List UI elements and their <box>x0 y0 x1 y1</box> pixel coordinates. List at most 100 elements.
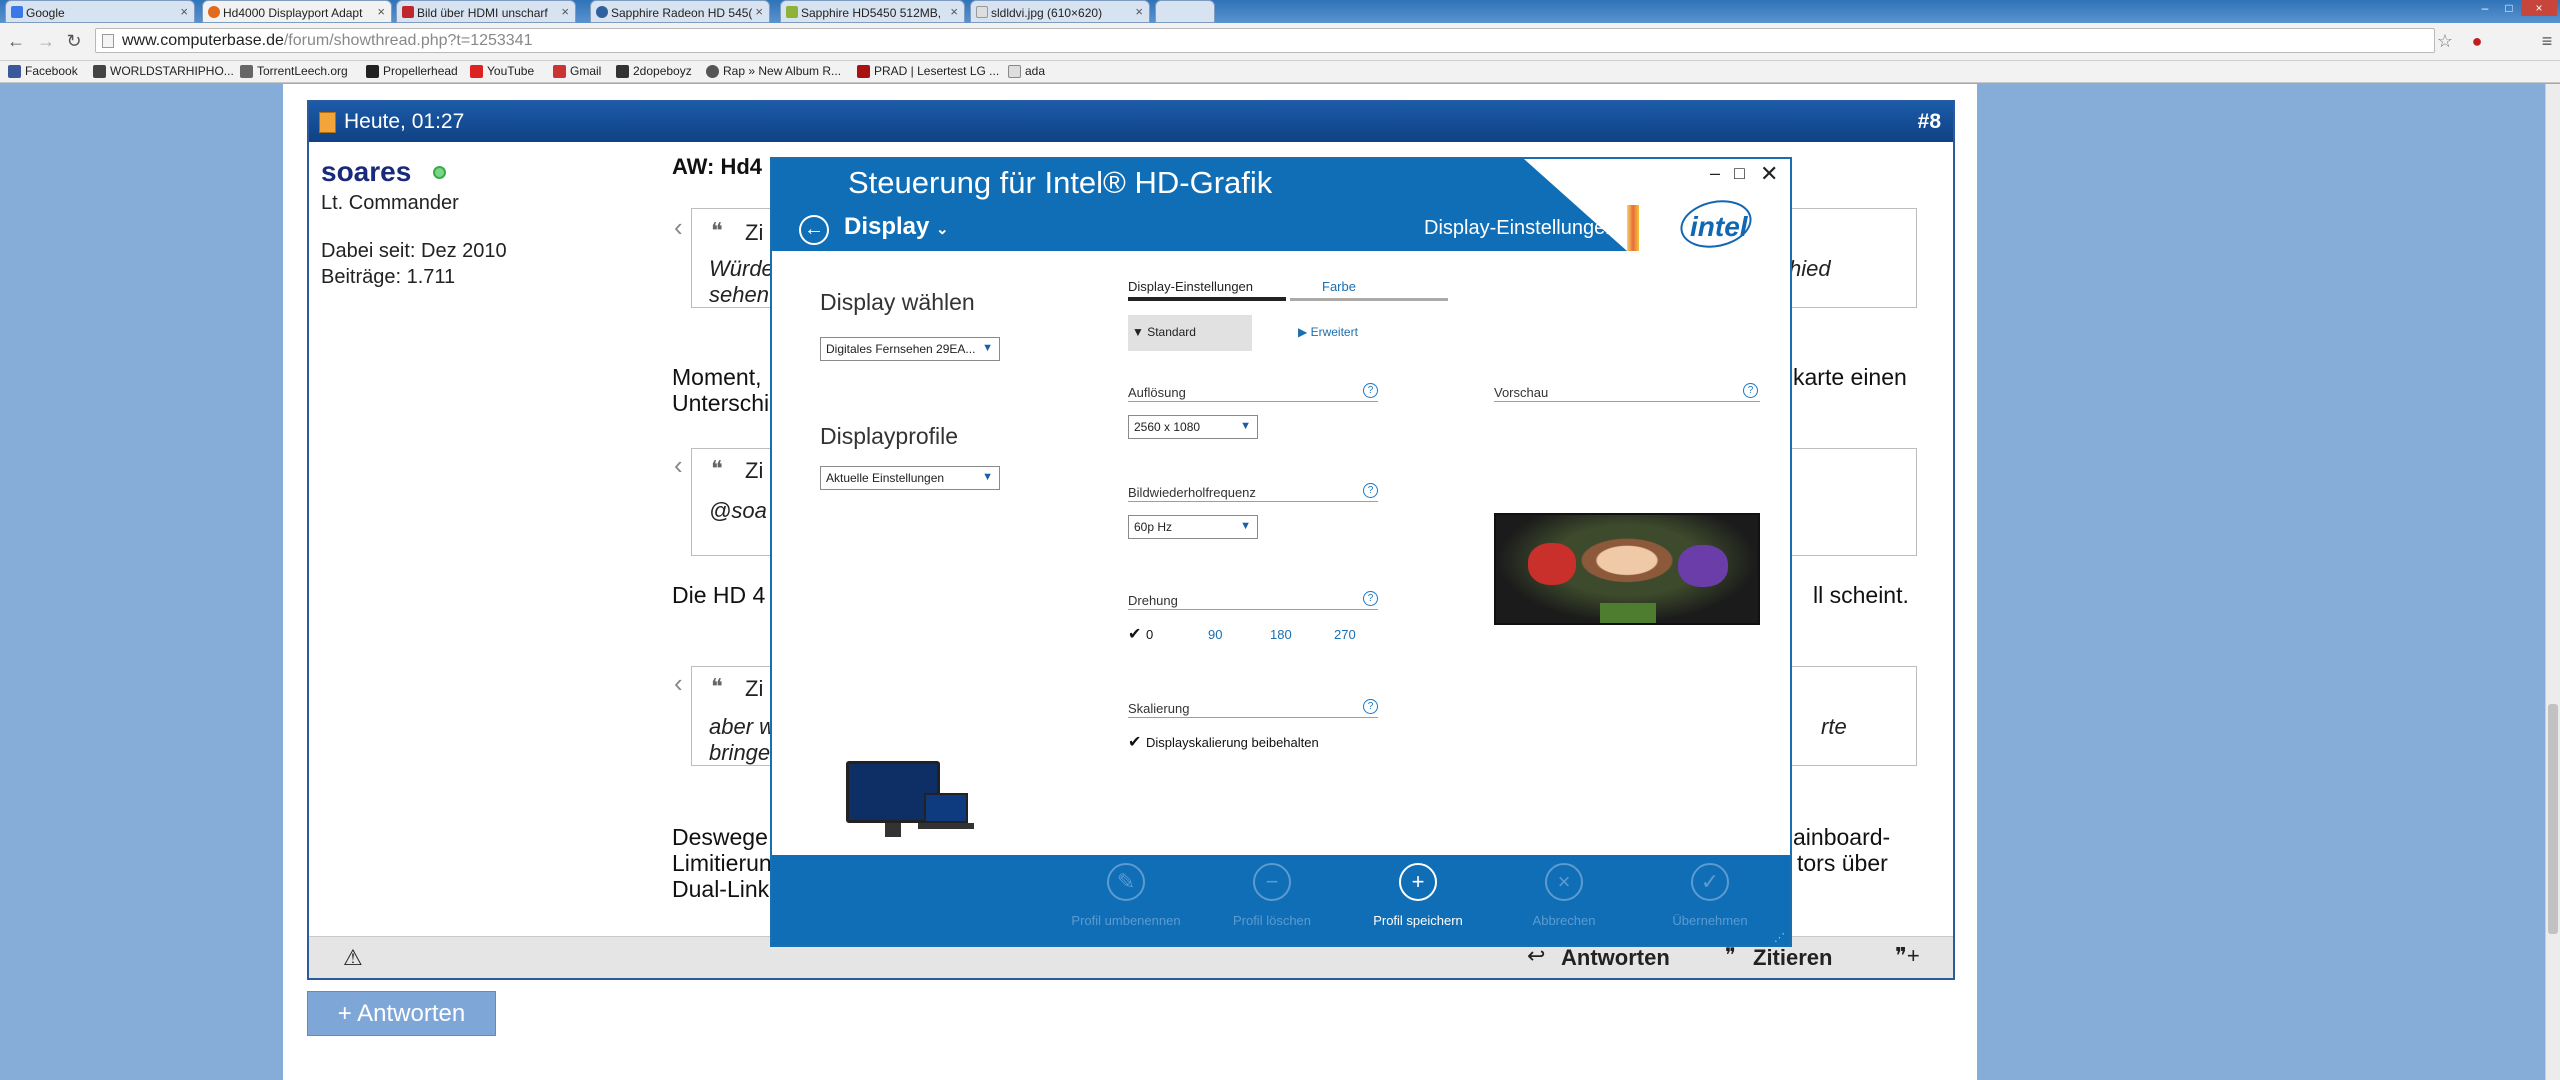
help-icon[interactable]: ? <box>1363 483 1378 498</box>
rotation-0[interactable]: 0 <box>1146 627 1153 642</box>
back-arrow-icon[interactable]: ← <box>799 215 829 245</box>
tab-color[interactable]: Farbe <box>1322 279 1356 294</box>
bookmark-ada[interactable]: ada <box>1008 64 1045 78</box>
bookmark-torrentleech[interactable]: TorrentLeech.org <box>240 64 348 78</box>
bookmark-label: Rap » New Album R... <box>723 64 842 78</box>
youtube-icon <box>470 65 483 78</box>
rotation-270[interactable]: 270 <box>1334 627 1356 642</box>
tab-close-icon[interactable]: × <box>377 4 385 19</box>
bookmark-label: ada <box>1025 64 1046 78</box>
section-dropdown[interactable]: Display ⌄ <box>844 213 949 241</box>
apply-button[interactable]: ✓ Übernehmen <box>1640 863 1780 928</box>
tab-close-icon[interactable]: × <box>950 4 958 19</box>
resize-grip-icon[interactable]: ⋰ <box>1774 931 1785 944</box>
back-icon[interactable]: ← <box>6 31 26 51</box>
dialog-maximize-icon[interactable]: □ <box>1734 163 1745 184</box>
quote-text: aber w <box>709 714 776 739</box>
tab-display-settings[interactable]: Display-Einstellungen <box>1128 279 1253 294</box>
bookmark-gmail[interactable]: Gmail <box>553 64 601 78</box>
forward-icon[interactable]: → <box>36 31 56 51</box>
menu-icon[interactable]: ≡ <box>2537 31 2557 51</box>
tab-sapphire-hd5450[interactable]: Sapphire HD5450 512MB, × <box>780 0 965 23</box>
cancel-button[interactable]: × Abbrechen <box>1494 863 1634 928</box>
delete-profile-button[interactable]: − Profil löschen <box>1202 863 1342 928</box>
bookmark-youtube[interactable]: YouTube <box>470 64 534 78</box>
reload-icon[interactable]: ↻ <box>64 31 84 51</box>
help-icon[interactable]: ? <box>1743 383 1758 398</box>
dialog-minimize-icon[interactable]: – <box>1710 163 1720 184</box>
bookmark-2dopeboyz[interactable]: 2dopeboyz <box>616 64 692 78</box>
tab-indicator <box>1128 297 1286 301</box>
quote-label: Zi <box>745 676 764 701</box>
chevron-left-icon[interactable]: ‹ <box>674 450 683 481</box>
mode-advanced-link[interactable]: ▶ Erweitert <box>1298 325 1358 339</box>
chevron-left-icon[interactable]: ‹ <box>674 668 683 699</box>
bookmark-label: Gmail <box>570 64 602 78</box>
tab-close-icon[interactable]: × <box>1135 4 1143 19</box>
maximize-icon[interactable]: □ <box>2497 0 2521 16</box>
report-warning-icon[interactable]: ⚠ <box>343 945 363 971</box>
prad-icon <box>857 65 870 78</box>
tab-title: Sapphire HD5450 512MB, <box>801 6 942 20</box>
scrollbar-thumb[interactable] <box>2548 704 2558 934</box>
tab-google[interactable]: Google × <box>5 0 195 23</box>
address-bar[interactable]: www.computerbase.de/forum/showthread.php… <box>95 28 2435 53</box>
display-select[interactable]: Digitales Fernsehen 29EA... ▼ <box>820 337 1000 361</box>
scaling-option[interactable]: Displayskalierung beibehalten <box>1146 735 1319 750</box>
resolution-select[interactable]: 2560 x 1080 ▼ <box>1128 415 1258 439</box>
preview-label: Vorschau <box>1494 385 1549 400</box>
ph-icon <box>366 65 379 78</box>
tab-close-icon[interactable]: × <box>755 4 763 19</box>
reply-button[interactable]: Antworten <box>1561 945 1670 971</box>
dialog-close-icon[interactable]: ✕ <box>1760 161 1778 187</box>
chevron-left-icon[interactable]: ‹ <box>674 212 683 243</box>
extension-icon[interactable]: ● <box>2467 31 2487 51</box>
purple-hand-image <box>1678 545 1728 587</box>
help-icon[interactable]: ? <box>1363 699 1378 714</box>
tab-sldldvi[interactable]: sldldvi.jpg (610×620) × <box>970 0 1150 23</box>
multiquote-icon[interactable]: ❞+ <box>1895 943 1920 969</box>
new-tab-button[interactable] <box>1155 0 1215 23</box>
check-icon: ✓ <box>1691 863 1729 901</box>
bookmark-worldstar[interactable]: WORLDSTARHIPHO... <box>93 64 234 78</box>
bookmark-rap-new-album[interactable]: Rap » New Album R... <box>706 64 841 78</box>
breadcrumb: Display-Einstellungen <box>1424 217 1617 239</box>
dialog-title: Steuerung für Intel® HD-Grafik <box>848 165 1273 200</box>
help-icon[interactable]: ? <box>1363 591 1378 606</box>
refresh-label: Bildwiederholfrequenz <box>1128 485 1256 500</box>
divider <box>1128 717 1378 718</box>
tab-sapphire-radeon[interactable]: Sapphire Radeon HD 545( × <box>590 0 770 23</box>
bookmarks-bar: Facebook WORLDSTARHIPHO... TorrentLeech.… <box>0 61 2560 83</box>
bookmark-propellerhead[interactable]: Propellerhead <box>366 64 458 78</box>
minimize-icon[interactable]: – <box>2473 0 2497 16</box>
tab-hd4000[interactable]: Hd4000 Displayport Adapt × <box>202 0 392 23</box>
tab-close-icon[interactable]: × <box>561 4 569 19</box>
refresh-select[interactable]: 60p Hz ▼ <box>1128 515 1258 539</box>
new-reply-button[interactable]: + Antworten <box>307 991 496 1036</box>
post-text: ll scheint. <box>1813 582 1909 608</box>
preview-image <box>1494 513 1760 625</box>
help-icon[interactable]: ? <box>1363 383 1378 398</box>
tab-close-icon[interactable]: × <box>180 4 188 19</box>
intel-logo: intel <box>1690 211 1748 242</box>
quote-button[interactable]: Zitieren <box>1753 945 1832 971</box>
profile-select[interactable]: Aktuelle Einstellungen ▼ <box>820 466 1000 490</box>
tab-bild-hdmi[interactable]: Bild über HDMI unscharf × <box>396 0 576 23</box>
rotation-90[interactable]: 90 <box>1208 627 1222 642</box>
geizhals-favicon-icon <box>596 6 608 18</box>
post-text: Dual-Link <box>672 876 770 902</box>
post-number[interactable]: #8 <box>1918 102 1941 142</box>
apply-label: Übernehmen <box>1672 913 1748 928</box>
mode-standard-text: Standard <box>1147 325 1196 339</box>
rename-profile-button[interactable]: ✎ Profil umbenennen <box>1056 863 1196 928</box>
bookmark-star-icon[interactable]: ☆ <box>2435 31 2455 51</box>
tab-track <box>1290 298 1448 301</box>
bookmark-prad[interactable]: PRAD | Lesertest LG ... <box>857 64 999 78</box>
mode-standard-button[interactable]: ▼ Standard <box>1128 315 1252 351</box>
username[interactable]: soares <box>321 156 411 188</box>
close-window-icon[interactable]: × <box>2521 0 2557 16</box>
scrollbar[interactable] <box>2545 84 2560 1080</box>
bookmark-facebook[interactable]: Facebook <box>8 64 78 78</box>
rotation-180[interactable]: 180 <box>1270 627 1292 642</box>
save-profile-button[interactable]: + Profil speichern <box>1348 863 1488 928</box>
